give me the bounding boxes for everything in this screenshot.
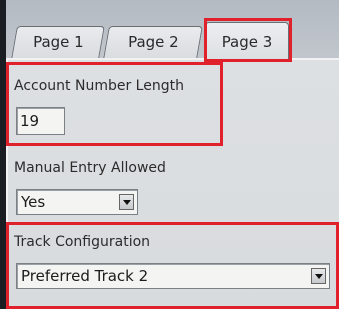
manual-entry-allowed-value: Yes (21, 193, 46, 211)
track-configuration-select[interactable]: Preferred Track 2 (16, 263, 330, 289)
account-number-length-label: Account Number Length (14, 78, 184, 94)
chevron-down-icon[interactable] (119, 194, 134, 210)
manual-entry-allowed-label: Manual Entry Allowed (14, 160, 166, 176)
tab-strip: Page 1 Page 2 Page 3 (0, 0, 339, 62)
tab-page-2-label: Page 2 (127, 33, 179, 51)
account-number-length-input[interactable]: 19 (16, 107, 65, 135)
tab-page-1-label: Page 1 (32, 33, 84, 51)
tab-page-1[interactable]: Page 1 (11, 26, 105, 59)
screen-bezel (0, 0, 6, 309)
tab-page-3-label: Page 3 (221, 33, 273, 51)
track-configuration-value: Preferred Track 2 (21, 267, 149, 285)
manual-entry-allowed-select[interactable]: Yes (16, 189, 138, 215)
screen: Page 1 Page 2 Page 3 Account Number Leng… (0, 0, 339, 309)
track-configuration-label: Track Configuration (14, 234, 151, 250)
chevron-down-icon[interactable] (311, 268, 326, 284)
tab-page-3[interactable]: Page 3 (205, 22, 289, 61)
tab-page-2[interactable]: Page 2 (103, 26, 203, 59)
